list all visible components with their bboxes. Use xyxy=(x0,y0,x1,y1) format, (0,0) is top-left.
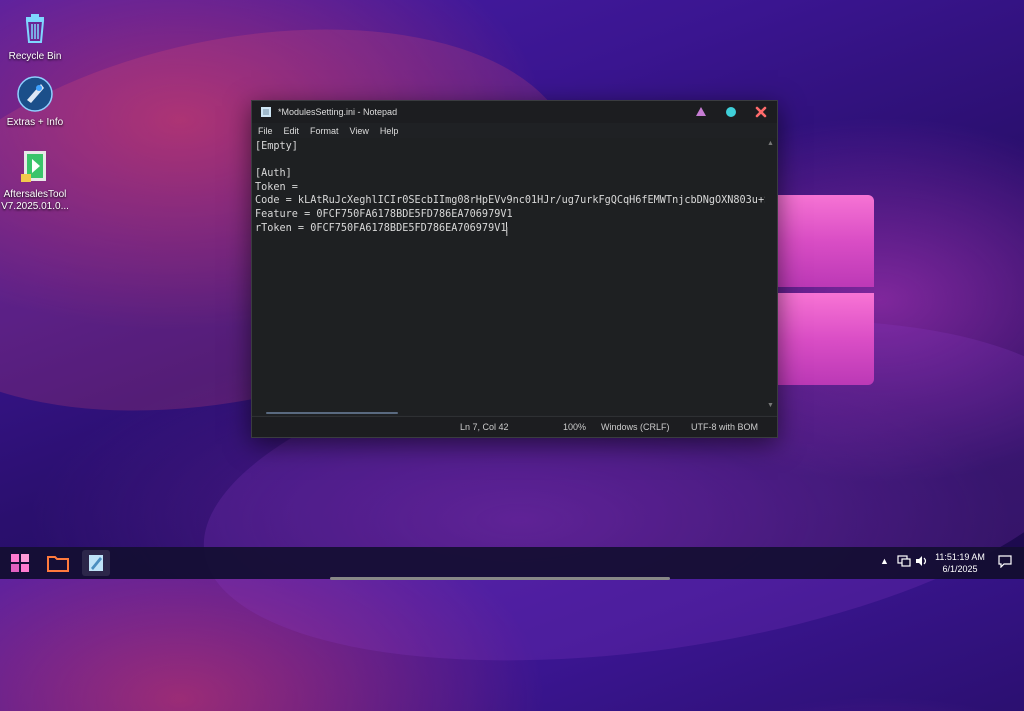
status-encoding: UTF-8 with BOM xyxy=(691,422,759,432)
close-icon xyxy=(755,106,767,118)
minimize-icon xyxy=(696,107,706,116)
desktop-icon-label: AftersalesTool V7.2025.01.0... xyxy=(1,189,69,212)
start-button[interactable] xyxy=(6,550,34,576)
menu-view[interactable]: View xyxy=(350,126,369,136)
desktop-icon-recycle-bin[interactable]: Recycle Bin xyxy=(0,8,70,63)
editor-line: Token = xyxy=(255,181,298,193)
window-title: *ModulesSetting.ini - Notepad xyxy=(278,107,398,117)
desktop-icon-extras-info[interactable]: Extras + Info xyxy=(0,74,70,129)
close-button[interactable] xyxy=(753,104,769,120)
ibeam-cursor-icon: I xyxy=(505,225,509,239)
network-icon[interactable] xyxy=(897,555,911,569)
show-hidden-icons-chevron-icon[interactable]: ▲ xyxy=(880,556,889,566)
desktop-icon-aftersales-tool[interactable]: AftersalesTool V7.2025.01.0... xyxy=(0,146,70,213)
volume-icon[interactable] xyxy=(915,555,929,569)
editor-line: Feature = 0FCF750FA6178BDE5FD786EA706979… xyxy=(255,208,513,220)
desktop-icon-label: Extras + Info xyxy=(6,117,64,128)
clock-date: 6/1/2025 xyxy=(942,564,978,574)
menu-help[interactable]: Help xyxy=(380,126,399,136)
windows-start-icon xyxy=(11,554,29,572)
minimize-button[interactable] xyxy=(693,104,709,120)
editor-text[interactable]: [Empty] [Auth] Token = Code = kLAtRuJcXe… xyxy=(252,138,765,235)
status-bar: Ln 7, Col 42 100% Windows (CRLF) UTF-8 w… xyxy=(252,416,777,437)
title-bar[interactable]: *ModulesSetting.ini - Notepad xyxy=(252,101,777,123)
taskbar: ▲ 11:51:19 AM 6/1/2025 xyxy=(0,547,1024,579)
notepad-app-icon xyxy=(261,107,271,117)
desktop-icon-label: Recycle Bin xyxy=(8,51,62,62)
editor-line: rToken = 0FCF750FA6178BDE5FD786EA706979V… xyxy=(255,222,507,234)
menu-file[interactable]: File xyxy=(258,126,273,136)
scroll-up-icon[interactable]: ▲ xyxy=(767,140,774,147)
globe-icon xyxy=(15,74,55,114)
editor-line: [Empty] xyxy=(255,141,298,152)
editor-line: Code = kLAtRuJcXeghlICIr0SEcbIImg08rHpEV… xyxy=(255,195,765,207)
notification-icon[interactable] xyxy=(998,555,1012,570)
aftersales-tool-icon xyxy=(15,146,55,186)
status-line-ending: Windows (CRLF) xyxy=(601,422,670,432)
maximize-button[interactable] xyxy=(723,104,739,120)
taskbar-clock[interactable]: 11:51:19 AM 6/1/2025 xyxy=(930,551,990,575)
clock-time: 11:51:19 AM xyxy=(935,552,985,562)
menu-format[interactable]: Format xyxy=(310,126,339,136)
recycle-bin-icon xyxy=(15,8,55,48)
text-editor[interactable]: [Empty] [Auth] Token = Code = kLAtRuJcXe… xyxy=(252,138,765,415)
notepad-window[interactable]: *ModulesSetting.ini - Notepad File Edit … xyxy=(251,100,778,438)
scroll-down-icon[interactable]: ▼ xyxy=(767,402,774,409)
menu-bar: File Edit Format View Help xyxy=(252,123,777,138)
menu-edit[interactable]: Edit xyxy=(284,126,300,136)
status-position: Ln 7, Col 42 xyxy=(460,422,509,432)
maximize-icon xyxy=(726,107,736,117)
windows-logo-wallpaper xyxy=(778,195,874,385)
horizontal-scrollbar-thumb[interactable] xyxy=(266,412,398,414)
taskbar-file-explorer[interactable] xyxy=(44,550,72,576)
notepad-icon xyxy=(89,555,103,571)
status-zoom: 100% xyxy=(563,422,587,432)
editor-line: [Auth] xyxy=(255,168,292,180)
folder-icon xyxy=(47,556,69,572)
vertical-scrollbar[interactable]: ▲ ▼ xyxy=(765,138,777,415)
taskbar-notepad[interactable] xyxy=(82,550,110,576)
